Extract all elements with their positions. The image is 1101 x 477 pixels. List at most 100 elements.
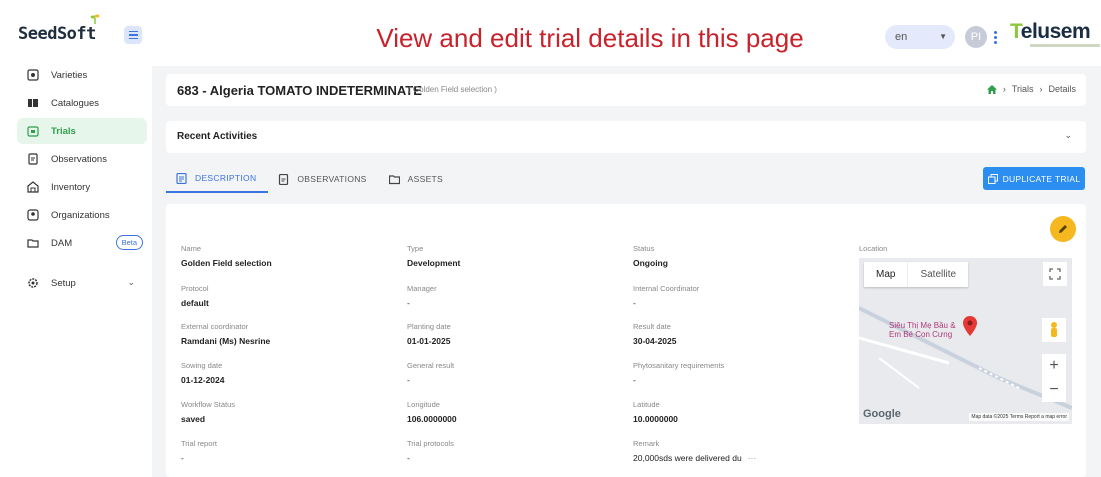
avatar[interactable]: PI [965, 26, 987, 48]
sidebar: Varieties Catalogues Trials Observations… [0, 60, 152, 477]
menu-toggle-button[interactable] [124, 26, 142, 44]
tab-assets[interactable]: ASSETS [379, 165, 455, 193]
fullscreen-icon[interactable] [1043, 262, 1067, 286]
map-pin-icon[interactable] [963, 316, 977, 336]
folder-icon [388, 174, 400, 184]
field-latitude: Latitude 10.0000000 [633, 400, 678, 424]
trial-protocols-value: - [407, 453, 410, 463]
pencil-icon [1059, 225, 1067, 233]
seed-packet-icon [27, 69, 39, 81]
recent-activities-title: Recent Activities [177, 131, 258, 142]
field-trial-protocols: Trial protocols - [407, 439, 454, 463]
gear-icon [28, 278, 38, 288]
sidebar-item-organizations[interactable]: Organizations [17, 202, 147, 228]
sidebar-item-catalogues[interactable]: Catalogues [17, 90, 147, 116]
document-icon [176, 172, 187, 184]
page-title: 683 - Algeria TOMATO INDETERMINATE [177, 83, 422, 98]
zoom-in-button[interactable]: + [1042, 354, 1066, 378]
sidebar-item-label: Varieties [51, 69, 88, 81]
field-phytosanitary: Phytosanitary requirements - [633, 361, 725, 385]
tab-observations[interactable]: OBSERVATIONS [268, 165, 378, 193]
trial-report-value: - [181, 453, 184, 463]
field-planting-date: Planting date 01-01-2025 [407, 322, 451, 346]
brand-tagline [1030, 44, 1100, 47]
sidebar-item-inventory[interactable]: Inventory [17, 174, 147, 200]
tab-label: OBSERVATIONS [297, 174, 367, 184]
sidebar-item-dam[interactable]: DAM Beta [17, 230, 147, 256]
sidebar-item-label: Catalogues [51, 97, 100, 109]
breadcrumb-trials[interactable]: Trials [1012, 84, 1034, 94]
planting-date-value: 01-01-2025 [407, 336, 451, 346]
field-name: Name Golden Field selection [181, 244, 272, 268]
tab-description[interactable]: DESCRIPTION [166, 165, 269, 193]
remark-value: 20,000sds were delivered du [633, 453, 742, 463]
google-logo: Google [863, 408, 901, 420]
copy-icon [987, 173, 998, 184]
language-select[interactable]: en ▼ [885, 25, 955, 49]
phytosanitary-value: - [633, 375, 636, 385]
field-general-result: General result - [407, 361, 455, 385]
sidebar-item-label: Setup [51, 277, 76, 289]
recent-activities-panel[interactable]: Recent Activities ⌄ [166, 121, 1086, 153]
field-manager: Manager - [407, 284, 437, 308]
sidebar-item-label: DAM [51, 237, 73, 249]
field-sowing-date: Sowing date 01-12-2024 [181, 361, 225, 385]
protocol-value: default [181, 298, 209, 308]
sidebar-item-label: Organizations [51, 209, 110, 221]
chevron-down-icon: ⌄ [127, 277, 135, 287]
more-options-icon[interactable] [992, 26, 998, 48]
caret-down-icon: ▼ [939, 32, 947, 41]
workflow-status-value: saved [181, 414, 206, 424]
detail-tabs: DESCRIPTION OBSERVATIONS ASSETS [166, 165, 455, 193]
manager-value: - [407, 298, 410, 308]
page-subtitle: ( Golden Field selection ) [408, 85, 497, 94]
trial-title-card: 683 - Algeria TOMATO INDETERMINATE ( Gol… [166, 74, 1086, 106]
telusem-logo: Telusem [1010, 20, 1091, 43]
sidebar-item-label: Inventory [51, 181, 91, 193]
language-value: en [895, 31, 908, 43]
sidebar-item-setup[interactable]: Setup ⌄ [17, 270, 147, 296]
breadcrumb-separator-icon: › [1002, 84, 1006, 94]
sidebar-item-label: Trials [51, 125, 76, 137]
sidebar-item-observations[interactable]: Observations [17, 146, 147, 172]
book-icon [28, 99, 38, 107]
zoom-control: + − [1042, 354, 1066, 402]
breadcrumb-details: Details [1048, 84, 1076, 94]
map-place-label: Siêu Thị Mẹ Bầu & Em Bé Con Cưng [889, 321, 956, 339]
result-date-value: 30-04-2025 [633, 336, 677, 346]
map-tab-map[interactable]: Map [864, 262, 907, 287]
logo-text: SeedSoft [18, 24, 96, 44]
home-icon[interactable] [986, 84, 997, 94]
map-tab-satellite[interactable]: Satellite [907, 262, 968, 287]
edit-button[interactable] [1050, 216, 1076, 242]
calendar-icon [27, 126, 39, 137]
sidebar-item-label: Observations [51, 153, 107, 165]
field-location: Location [859, 244, 888, 253]
location-map[interactable]: Map Satellite Siêu Thị Mẹ Bầu & Em Bé Con… [859, 258, 1072, 424]
duplicate-trial-button[interactable]: DUPLICATE TRIAL [983, 167, 1085, 190]
zoom-out-button[interactable]: − [1042, 378, 1066, 402]
street-view-pegman-icon[interactable] [1042, 318, 1066, 342]
general-result-value: - [407, 375, 410, 385]
top-bar: SeedSoft View and edit trial details in … [0, 0, 1101, 66]
sidebar-item-varieties[interactable]: Varieties [17, 62, 147, 88]
status-value: Ongoing [633, 258, 668, 268]
chevron-down-icon[interactable]: ⌄ [1064, 130, 1072, 141]
latitude-value: 10.0000000 [633, 414, 678, 424]
sprout-icon [90, 14, 100, 24]
internal-coordinator-value: - [633, 298, 636, 308]
tab-label: ASSETS [407, 174, 443, 184]
tab-label: DESCRIPTION [195, 173, 257, 183]
sidebar-item-trials[interactable]: Trials [17, 118, 147, 144]
field-external-coordinator: External coordinator Ramdani (Ms) Nesrine [181, 322, 271, 346]
field-workflow-status: Workflow Status saved [181, 400, 236, 424]
map-attribution[interactable]: Map data ©2025 Terms Report a map error [969, 413, 1069, 421]
external-coordinator-value: Ramdani (Ms) Nesrine [181, 336, 271, 346]
seedsoft-logo[interactable]: SeedSoft [18, 14, 100, 44]
field-status: Status Ongoing [633, 244, 668, 268]
map-type-tabs: Map Satellite [864, 262, 969, 287]
field-result-date: Result date 30-04-2025 [633, 322, 677, 346]
remark-more-button[interactable]: ··· [748, 453, 757, 463]
breadcrumb-separator-icon: › [1039, 84, 1043, 94]
field-protocol: Protocol default [181, 284, 209, 308]
